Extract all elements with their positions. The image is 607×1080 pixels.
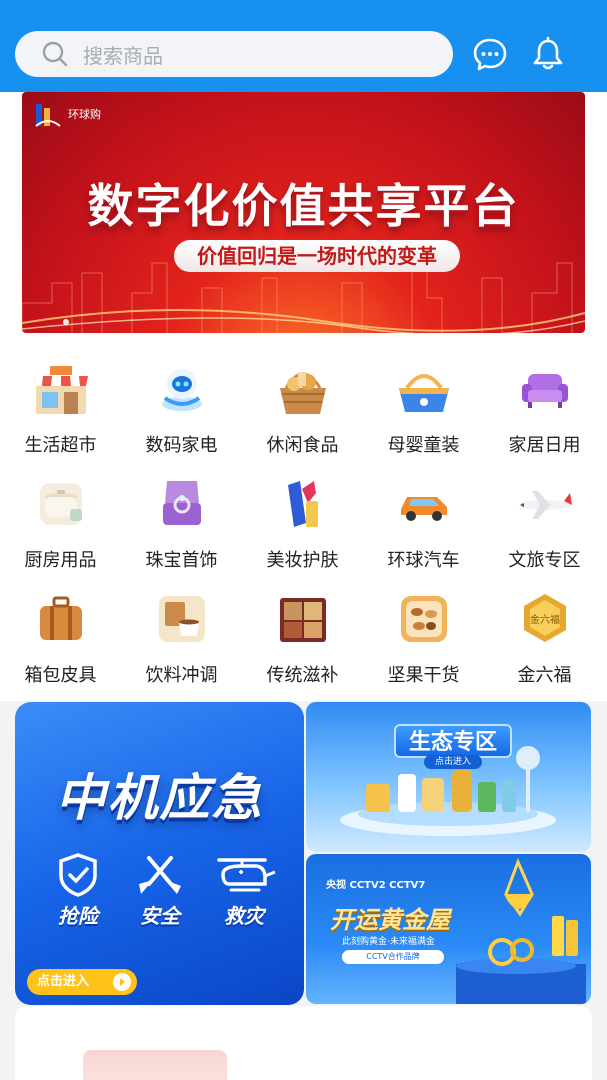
category-item[interactable]: 珠宝首饰 bbox=[121, 459, 242, 574]
airplane-icon bbox=[519, 491, 572, 519]
nuts-icon bbox=[401, 596, 447, 642]
category-label: 母婴童装 bbox=[387, 435, 460, 456]
category-item[interactable]: 厨房用品 bbox=[0, 459, 121, 574]
emergency-item: 抢险 bbox=[43, 852, 113, 928]
lipstick-icon bbox=[288, 481, 318, 527]
product-thumbnail bbox=[83, 1050, 227, 1080]
enter-label: 点击进入 bbox=[37, 974, 90, 989]
category-item[interactable]: 母婴童装 bbox=[363, 344, 484, 459]
bell-icon[interactable] bbox=[530, 36, 566, 72]
eco-zone-promo-card[interactable]: 生态专区 点击进入 bbox=[306, 702, 591, 852]
category-label: 珠宝首饰 bbox=[145, 550, 218, 571]
category-label: 数码家电 bbox=[145, 435, 218, 456]
shovel-icon bbox=[139, 856, 181, 894]
hero-banner[interactable]: 环球购 数字化价值共享平台 价值回归是一场时代的变革 bbox=[22, 92, 585, 333]
category-label: 生活超市 bbox=[24, 435, 97, 456]
gold-house-subtitle: 此刻购黄金·未来福满金 bbox=[342, 937, 435, 947]
emergency-promo-card[interactable]: 中机应急 抢险 安全 救灾 点击进入 bbox=[15, 702, 304, 1005]
category-item[interactable]: 箱包皮具 bbox=[0, 574, 121, 689]
product-card[interactable] bbox=[15, 1006, 592, 1080]
category-item[interactable]: 传统滋补 bbox=[242, 574, 363, 689]
category-item[interactable]: 生活超市 bbox=[0, 344, 121, 459]
cctv-logos: 央视 CCTV2 CCTV7 bbox=[326, 880, 426, 891]
emergency-item-label: 救灾 bbox=[224, 904, 264, 928]
category-label: 美妆护肤 bbox=[266, 550, 339, 571]
category-item[interactable]: 金六福 金六福 bbox=[484, 574, 605, 689]
category-item[interactable]: 环球汽车 bbox=[363, 459, 484, 574]
suitcase-icon bbox=[40, 596, 82, 640]
search-bar[interactable]: 搜索商品 bbox=[15, 31, 453, 77]
emergency-item-label: 安全 bbox=[140, 904, 180, 928]
banner-subtitle: 价值回归是一场时代的变革 bbox=[174, 240, 460, 272]
carousel-indicator[interactable] bbox=[63, 319, 69, 325]
search-placeholder: 搜索商品 bbox=[83, 43, 163, 68]
brand-logo-icon bbox=[35, 104, 61, 127]
emergency-item-label: 抢险 bbox=[58, 904, 98, 928]
gift-box-icon bbox=[280, 598, 326, 642]
category-label: 饮料冲调 bbox=[145, 665, 218, 686]
category-label: 环球汽车 bbox=[387, 550, 460, 571]
category-label: 传统滋补 bbox=[266, 665, 339, 686]
emergency-item: 救灾 bbox=[209, 852, 279, 928]
category-label: 箱包皮具 bbox=[24, 665, 97, 686]
banner-brand: 环球购 bbox=[32, 98, 101, 130]
banner-title: 数字化价值共享平台 bbox=[87, 179, 520, 233]
category-item[interactable]: 坚果干货 bbox=[363, 574, 484, 689]
banner-section: 环球购 数字化价值共享平台 价值回归是一场时代的变革 bbox=[0, 92, 607, 344]
category-item[interactable]: 文旅专区 bbox=[484, 459, 605, 574]
eco-zone-title: 生态专区 bbox=[394, 724, 512, 758]
category-label: 金六福 bbox=[517, 665, 572, 686]
category-item[interactable]: 饮料冲调 bbox=[121, 574, 242, 689]
cctv-partner-badge: CCTV合作品牌 bbox=[342, 950, 444, 964]
helicopter-icon bbox=[217, 858, 276, 892]
category-label: 文旅专区 bbox=[508, 550, 581, 571]
gold-house-promo-card[interactable]: 央视 CCTV2 CCTV7 开运黄金屋 此刻购黄金·未来福满金 CCTV合作品… bbox=[306, 854, 591, 1004]
category-item[interactable]: 美妆护肤 bbox=[242, 459, 363, 574]
emergency-promo-title: 中机应急 bbox=[55, 769, 264, 827]
arrow-right-icon bbox=[113, 973, 131, 991]
category-label: 休闲食品 bbox=[266, 435, 339, 456]
eco-zone-enter: 点击进入 bbox=[424, 755, 482, 769]
category-label: 厨房用品 bbox=[24, 550, 97, 571]
baby-basket-icon bbox=[399, 374, 449, 412]
gold-house-title: 开运黄金屋 bbox=[330, 906, 450, 934]
emergency-item: 安全 bbox=[125, 852, 195, 928]
robot-icon bbox=[162, 369, 202, 411]
pot-icon bbox=[40, 483, 82, 525]
search-icon bbox=[41, 40, 69, 68]
emergency-enter-button[interactable]: 点击进入 bbox=[27, 969, 137, 995]
shop-icon bbox=[34, 366, 88, 414]
snack-basket-icon bbox=[280, 372, 326, 414]
category-item[interactable]: 休闲食品 bbox=[242, 344, 363, 459]
coffee-icon bbox=[159, 596, 205, 642]
category-item[interactable]: 数码家电 bbox=[121, 344, 242, 459]
shield-check-icon bbox=[59, 853, 97, 897]
category-label: 坚果干货 bbox=[387, 665, 460, 686]
top-bar: 搜索商品 bbox=[0, 0, 607, 92]
car-icon bbox=[401, 497, 447, 521]
app-home: 搜索商品 环球购 数字化价值共享平台 价值回归是一场时代的变革 生活超市 数码家… bbox=[0, 0, 607, 1080]
category-item[interactable]: 家居日用 bbox=[484, 344, 605, 459]
chat-bubble-icon[interactable] bbox=[472, 36, 508, 72]
category-grid: 生活超市 数码家电 休闲食品 母婴童装 家居日用 厨房用品 珠宝首饰 美妆护肤 … bbox=[0, 344, 607, 701]
ring-box-icon bbox=[163, 481, 201, 525]
gold-ingot-icon: 金六福 bbox=[524, 594, 566, 642]
category-label: 家居日用 bbox=[508, 435, 581, 456]
svg-text:金六福: 金六福 bbox=[530, 613, 560, 626]
banner-brand-name: 环球购 bbox=[68, 108, 101, 121]
sofa-icon bbox=[522, 374, 568, 408]
